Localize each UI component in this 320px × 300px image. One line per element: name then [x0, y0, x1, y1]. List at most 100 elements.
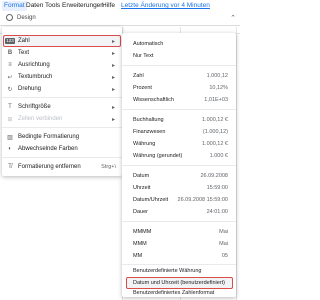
menu-item-drehung[interactable]: ↻ Drehung ▸ [2, 83, 122, 95]
format-name: MM [133, 253, 143, 259]
grid-column-line [236, 27, 237, 300]
menu-divider [2, 127, 122, 128]
submenu-item-mm[interactable]: MM 05 [122, 250, 236, 262]
rotate-icon: ↻ [7, 86, 13, 93]
submenu-item-zahl[interactable]: Zahl 1.000,12 [122, 70, 236, 82]
format-name: Währung (gerundet) [133, 153, 183, 159]
clear-format-icon: T̸ [8, 164, 12, 170]
format-name: MMMM [133, 229, 152, 235]
menu-daten[interactable]: Daten [26, 1, 43, 11]
format-name: MMM [133, 241, 147, 247]
menu-item-label: Textumbruch [18, 74, 53, 80]
merge-cells-icon: ⊞ [7, 116, 13, 123]
format-example: 1.000 € [209, 153, 228, 159]
submenu-item-datum-uhrzeit-benutzerdefiniert[interactable]: Datum und Uhrzeit (benutzerdefiniert) [122, 277, 236, 289]
font-size-icon: T [8, 104, 12, 110]
menu-item-schriftgroesse[interactable]: T Schriftgröße ▸ [2, 101, 122, 113]
format-example: Mai [219, 241, 228, 247]
menu-divider [122, 221, 236, 222]
alternating-colors-icon: ◐ [8, 146, 12, 152]
submenu-item-waehrung-gerundet[interactable]: Währung (gerundet) 1.000 € [122, 150, 236, 162]
number-format-submenu: Automatisch Nur Text Zahl 1.000,12 Proze… [122, 33, 236, 297]
menu-item-label: Zellen verbinden [18, 116, 63, 122]
last-edit-link[interactable]: Letzte Änderung vor 4 Minuten [121, 1, 210, 11]
format-example: 1.000,12 [206, 73, 228, 79]
submenu-item-nur-text[interactable]: Nur Text [122, 50, 236, 62]
menu-item-label: Drehung [18, 86, 42, 92]
menu-tools[interactable]: Tools [45, 1, 60, 11]
menu-erweiterungen[interactable]: Erweiterungen [62, 1, 104, 11]
bold-icon: B [7, 50, 13, 56]
design-label: Design [17, 14, 36, 21]
format-name: Datum [133, 173, 150, 179]
submenu-item-datum-uhrzeit[interactable]: Datum/Uhrzeit 26.09.2008 15:59:00 [122, 194, 236, 206]
submenu-item-benutzerdefiniertes-zahlenformat[interactable]: Benutzerdefiniertes Zahlenformat [122, 289, 236, 297]
chevron-right-icon: ▸ [112, 86, 116, 93]
menu-item-zahl[interactable]: 123 Zahl ▸ [2, 35, 122, 47]
menu-item-ausrichtung[interactable]: ≡ Ausrichtung ▸ [2, 59, 122, 71]
menu-item-zellen-verbinden: ⊞ Zellen verbinden ▸ [2, 113, 122, 125]
shortcut-label: Strg+\ [101, 164, 116, 170]
format-name: Dauer [133, 209, 148, 215]
format-name: Datum und Uhrzeit (benutzerdefiniert) [133, 280, 226, 286]
menu-format[interactable]: Format [2, 1, 27, 11]
conditional-format-icon: ▨ [7, 134, 13, 141]
menu-divider [2, 157, 122, 158]
menu-item-abwechselnde-farben[interactable]: ◐ Abwechselnde Farben [2, 143, 122, 155]
format-example: 1.000,12 € [202, 117, 228, 123]
submenu-item-wissenschaftlich[interactable]: Wissenschaftlich 1,01E+03 [122, 94, 236, 106]
menu-item-label: Zahl [18, 38, 30, 44]
palette-icon [6, 14, 13, 21]
format-example: 05 [221, 253, 228, 259]
format-name: Nur Text [133, 53, 154, 59]
submenu-item-buchhaltung[interactable]: Buchhaltung 1.000,12 € [122, 114, 236, 126]
number-format-icon: 123 [5, 38, 15, 44]
collapse-toolbar-icon[interactable]: ⌃ [230, 14, 236, 22]
wrap-text-icon: ↵ [7, 74, 13, 81]
format-name: Uhrzeit [133, 185, 151, 191]
submenu-item-mmm[interactable]: MMM Mai [122, 238, 236, 250]
menu-item-label: Bedingte Formatierung [18, 134, 80, 140]
menu-item-label: Ausrichtung [18, 62, 50, 68]
design-button[interactable]: Design [6, 14, 36, 21]
menu-item-bedingte-formatierung[interactable]: ▨ Bedingte Formatierung [2, 131, 122, 143]
format-menu: 123 Zahl ▸ B Text ▸ ≡ Ausrichtung ▸ ↵ Te… [2, 27, 122, 176]
chevron-right-icon: ▸ [112, 116, 116, 123]
menu-item-label: Formatierung entfernen [18, 164, 81, 170]
format-name: Wissenschaftlich [133, 97, 174, 103]
format-example: 1,01E+03 [204, 97, 228, 103]
submenu-item-automatisch[interactable]: Automatisch [122, 38, 236, 50]
format-example: 15:59:00 [206, 185, 228, 191]
menu-divider [122, 65, 236, 66]
submenu-item-prozent[interactable]: Prozent 10,12% [122, 82, 236, 94]
format-example: 1.000,12 € [202, 141, 228, 147]
toolbar: Design ⌃ [0, 12, 240, 26]
chevron-right-icon: ▸ [112, 38, 116, 45]
format-name: Automatisch [133, 41, 164, 47]
menu-item-label: Text [18, 50, 30, 56]
menu-item-text[interactable]: B Text ▸ [2, 47, 122, 59]
submenu-item-datum[interactable]: Datum 26.09.2008 [122, 170, 236, 182]
menu-item-textumbruch[interactable]: ↵ Textumbruch ▸ [2, 71, 122, 83]
submenu-item-uhrzeit[interactable]: Uhrzeit 15:59:00 [122, 182, 236, 194]
submenu-item-dauer[interactable]: Dauer 24:01:00 [122, 206, 236, 218]
format-name: Datum/Uhrzeit [133, 197, 169, 203]
menu-divider [2, 97, 122, 98]
submenu-item-finanzwesen[interactable]: Finanzwesen (1.000,12) [122, 126, 236, 138]
format-name: Buchhaltung [133, 117, 164, 123]
submenu-item-mmmm[interactable]: MMMM Mai [122, 226, 236, 238]
format-example: 24:01:00 [206, 209, 228, 215]
format-name: Prozent [133, 85, 152, 91]
format-example: 10,12% [209, 85, 228, 91]
menu-item-formatierung-entfernen[interactable]: T̸ Formatierung entfernen Strg+\ [2, 161, 122, 173]
submenu-item-benutzerdefinierte-waehrung[interactable]: Benutzerdefinierte Währung [122, 265, 236, 277]
menu-item-label: Abwechselnde Farben [18, 146, 78, 152]
format-example: 26.09.2008 [200, 173, 228, 179]
submenu-item-waehrung[interactable]: Währung 1.000,12 € [122, 138, 236, 150]
format-example: (1.000,12) [202, 129, 228, 135]
format-example: Mai [219, 229, 228, 235]
format-example: 26.09.2008 15:59:00 [177, 197, 228, 203]
chevron-right-icon: ▸ [112, 104, 116, 111]
format-name: Finanzwesen [133, 129, 166, 135]
menu-hilfe[interactable]: Hilfe [102, 1, 115, 11]
